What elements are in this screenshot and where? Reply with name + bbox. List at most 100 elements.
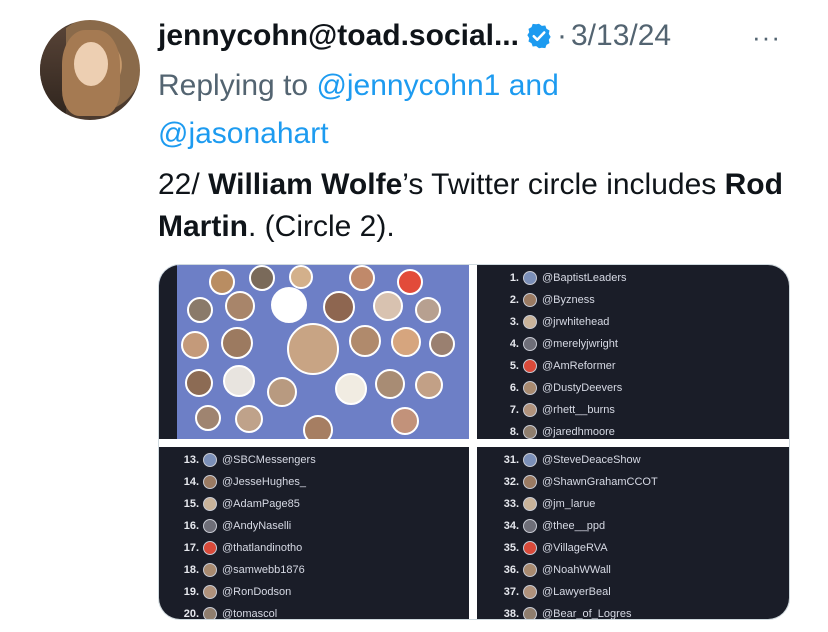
handle-avatar xyxy=(523,359,537,373)
handle-avatar xyxy=(523,337,537,351)
handle-row: 5. @AmReformer xyxy=(491,355,616,377)
handle-rank: 37. xyxy=(503,586,519,598)
post-text: 22/ William Wolfe’s Twitter circle inclu… xyxy=(158,164,798,248)
handle-rank: 15. xyxy=(183,498,199,510)
handle-avatar xyxy=(203,563,217,577)
avatar-bubble xyxy=(415,297,441,323)
handle-row: 18. @samwebb1876 xyxy=(171,559,305,581)
more-options-icon[interactable]: ··· xyxy=(752,22,781,53)
handle-row: 20. @tomascol xyxy=(171,603,277,619)
handle-row: 37. @LawyerBeal xyxy=(491,581,611,603)
handle-rank: 1. xyxy=(509,272,519,284)
handle-rank: 38. xyxy=(503,608,519,620)
avatar-bubble xyxy=(335,373,367,405)
handle-rank: 18. xyxy=(183,564,199,576)
handle-text: @jaredhmoore xyxy=(542,426,615,438)
avatar-bubble xyxy=(397,269,423,295)
post-date[interactable]: 3/13/24 xyxy=(571,19,671,53)
handle-avatar xyxy=(203,519,217,533)
handle-text: @BaptistLeaders xyxy=(542,272,627,284)
handle-rank: 4. xyxy=(509,338,519,350)
handle-row: 8. @jaredhmoore xyxy=(491,421,615,439)
avatar-bubble xyxy=(225,291,255,321)
handle-text: @jrwhitehead xyxy=(542,316,610,328)
text-suffix: . (Circle 2). xyxy=(248,210,395,243)
avatar-bubble xyxy=(249,265,275,291)
image-edge xyxy=(159,265,177,439)
avatar-bubble xyxy=(375,369,405,399)
reply-mention-1[interactable]: @jennycohn1 xyxy=(316,69,500,102)
reply-context: Replying to @jennycohn1 and @jasonahart xyxy=(158,62,798,158)
author-avatar[interactable] xyxy=(40,20,140,120)
handle-row: 16. @AndyNaselli xyxy=(171,515,291,537)
handle-rank: 7. xyxy=(509,404,519,416)
reply-and[interactable]: and xyxy=(509,69,559,102)
handle-text: @samwebb1876 xyxy=(222,564,305,576)
handle-avatar xyxy=(203,541,217,555)
avatar-face xyxy=(74,42,108,86)
avatar-bubble xyxy=(349,265,375,291)
handle-avatar xyxy=(523,541,537,555)
reply-prefix: Replying to xyxy=(158,69,309,102)
handle-avatar xyxy=(203,585,217,599)
handle-row: 1. @BaptistLeaders xyxy=(491,267,627,289)
handle-rank: 6. xyxy=(509,382,519,394)
handle-text: @AdamPage85 xyxy=(222,498,300,510)
handle-rank: 33. xyxy=(503,498,519,510)
handle-text: @AmReformer xyxy=(542,360,616,372)
verified-badge-icon[interactable] xyxy=(525,22,553,50)
handle-row: 32. @ShawnGrahamCCOT xyxy=(491,471,658,493)
handle-text: @VillageRVA xyxy=(542,542,608,554)
handle-avatar xyxy=(523,271,537,285)
handle-avatar xyxy=(523,519,537,533)
handle-text: @SBCMessengers xyxy=(222,454,316,466)
media-image-list-1[interactable]: 1. @BaptistLeaders 2. @Byzness 3. @jrwhitehea… xyxy=(477,265,789,439)
avatar-bubble xyxy=(303,415,333,439)
media-image-circle[interactable] xyxy=(159,265,469,439)
avatar-bubble xyxy=(209,269,235,295)
handle-row: 35. @VillageRVA xyxy=(491,537,608,559)
avatar-bubble xyxy=(181,331,209,359)
avatar-bubble xyxy=(223,365,255,397)
handle-avatar xyxy=(203,453,217,467)
handle-avatar xyxy=(203,497,217,511)
handle-text: @AndyNaselli xyxy=(222,520,292,532)
avatar-bubble xyxy=(235,405,263,433)
handle-rank: 31. xyxy=(503,454,519,466)
handle-rank: 19. xyxy=(183,586,199,598)
avatar-bubble xyxy=(373,291,403,321)
handle-avatar xyxy=(523,403,537,417)
author-name[interactable]: jennycohn@toad.social... xyxy=(158,19,519,53)
handle-rank: 32. xyxy=(503,476,519,488)
media-grid[interactable]: 1. @BaptistLeaders 2. @Byzness 3. @jrwhitehea… xyxy=(158,264,790,620)
handle-avatar xyxy=(523,453,537,467)
handle-avatar xyxy=(523,475,537,489)
handle-rank: 13. xyxy=(183,454,199,466)
handle-avatar xyxy=(523,293,537,307)
handle-text: @LawyerBeal xyxy=(542,586,611,598)
handle-avatar xyxy=(523,607,537,619)
handle-row: 4. @merelyjwright xyxy=(491,333,618,355)
handle-text: @SteveDeaceShow xyxy=(542,454,641,466)
handle-avatar xyxy=(203,475,217,489)
avatar-bubble xyxy=(271,287,307,323)
reply-mention-2[interactable]: @jasonahart xyxy=(158,117,329,150)
handle-row: 13. @SBCMessengers xyxy=(171,449,316,471)
media-image-list-2[interactable]: 13. @SBCMessengers 14. @JesseHughes_ 15. @Ada… xyxy=(159,447,469,619)
handle-text: @rhett__burns xyxy=(542,404,615,416)
handle-row: 17. @thatlandinotho xyxy=(171,537,302,559)
handle-avatar xyxy=(523,497,537,511)
handle-text: @ShawnGrahamCCOT xyxy=(542,476,658,488)
handle-text: @Bear_of_Logres xyxy=(542,608,632,620)
media-image-list-3[interactable]: 31. @SteveDeaceShow 32. @ShawnGrahamCCOT 33.… xyxy=(477,447,789,620)
handle-avatar xyxy=(203,607,217,619)
handle-row: 6. @DustyDeevers xyxy=(491,377,622,399)
avatar-bubble xyxy=(429,331,455,357)
handle-text: @merelyjwright xyxy=(542,338,618,350)
handle-rank: 14. xyxy=(183,476,199,488)
handle-row: 31. @SteveDeaceShow xyxy=(491,449,641,471)
text-name-1: William Wolfe xyxy=(208,168,403,201)
handle-rank: 17. xyxy=(183,542,199,554)
handle-text: @thatlandinotho xyxy=(222,542,303,554)
handle-rank: 2. xyxy=(509,294,519,306)
